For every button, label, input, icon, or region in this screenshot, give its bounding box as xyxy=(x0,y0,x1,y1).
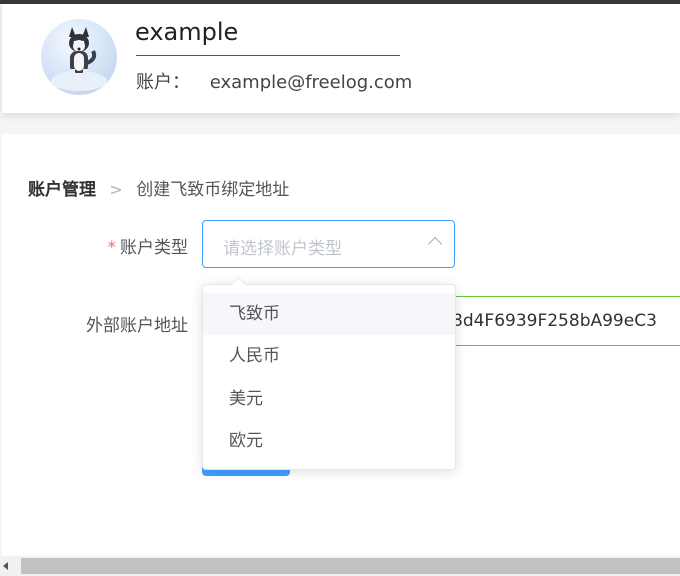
scroll-left-icon[interactable] xyxy=(3,562,8,570)
chevron-up-icon[interactable] xyxy=(427,236,443,252)
required-mark: * xyxy=(107,238,117,258)
dropdown-option-feizhibi[interactable]: 飞致币 xyxy=(203,293,455,335)
chevron-right-icon: > xyxy=(109,180,123,199)
account-email: example@freelog.com xyxy=(209,72,413,93)
external-address-value: 8d4F6939F258bA99eC3 xyxy=(452,311,657,331)
dropdown-option-rmb[interactable]: 人民币 xyxy=(203,335,455,377)
dropdown-option-eur[interactable]: 欧元 xyxy=(203,420,455,462)
dropdown-option-usd[interactable]: 美元 xyxy=(203,378,455,420)
account-type-dropdown: 飞致币 人民币 美元 欧元 xyxy=(202,276,456,470)
external-address-label: 外部账户地址 xyxy=(86,316,188,336)
husky-avatar-image xyxy=(51,27,107,91)
account-label: 账户： xyxy=(136,72,190,93)
breadcrumb-item-current: 创建飞致币绑定地址 xyxy=(136,180,290,200)
username: example xyxy=(135,18,239,46)
breadcrumb: 账户管理 > 创建飞致币绑定地址 xyxy=(28,175,289,200)
account-type-select[interactable]: 请选择账户类型 xyxy=(202,220,455,268)
horizontal-scrollbar[interactable] xyxy=(0,556,680,576)
avatar xyxy=(41,19,117,95)
breadcrumb-item-account-management[interactable]: 账户管理 xyxy=(28,180,96,200)
account-type-label-text: 账户类型 xyxy=(120,238,188,258)
profile-header: example 账户： example@freelog.com xyxy=(2,4,680,113)
account-type-label: * 账户类型 xyxy=(2,233,189,258)
account-type-placeholder: 请选择账户类型 xyxy=(223,239,342,259)
scrollbar-thumb[interactable] xyxy=(21,558,680,574)
username-divider xyxy=(136,55,400,56)
account-row: 账户： example@freelog.com xyxy=(136,68,412,94)
